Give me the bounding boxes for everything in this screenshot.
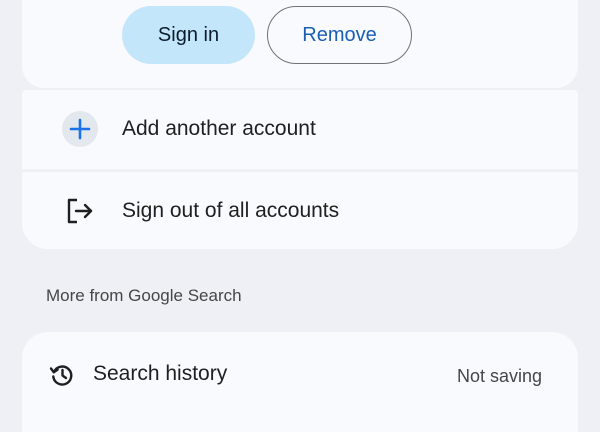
account-options-card: Add another account Sign out of all acco…	[22, 90, 578, 249]
sign-in-label: Sign in	[157, 23, 220, 46]
more-from-google-search-heading: More from Google Search	[46, 286, 242, 305]
sign-out-all-accounts-label: Sign out of all accounts	[122, 199, 340, 222]
search-history-item[interactable]: Search history Not saving	[22, 332, 578, 432]
remove-button[interactable]: Remove	[267, 6, 412, 64]
remove-label: Remove	[302, 23, 377, 46]
logout-icon	[62, 193, 98, 229]
history-icon	[49, 365, 73, 386]
plus-icon	[62, 111, 98, 147]
add-another-account-label: Add another account	[122, 117, 316, 140]
sign-out-all-accounts-item[interactable]: Sign out of all accounts	[22, 172, 578, 249]
search-history-status: Not saving	[456, 366, 542, 386]
search-history-label: Search history	[93, 362, 228, 385]
add-another-account-item[interactable]: Add another account	[22, 90, 578, 168]
sign-in-button[interactable]: Sign in	[122, 6, 255, 64]
